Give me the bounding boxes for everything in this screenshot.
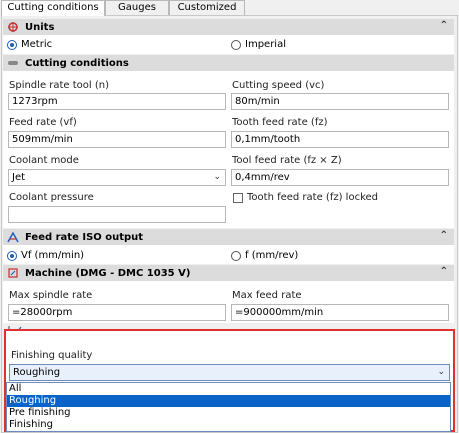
feed-rate-icon <box>6 230 20 244</box>
units-icon <box>6 20 20 34</box>
dropdown-option[interactable]: Roughing <box>7 395 450 407</box>
coolant-mode-value: Jet <box>12 172 26 183</box>
tool-feed-label: Tool feed rate (fz × Z) <box>232 155 342 166</box>
units-section-header[interactable]: Units ⌃ <box>3 19 454 35</box>
iso-f-radio[interactable]: f (mm/rev) <box>231 250 298 261</box>
dropdown-option[interactable]: Finishing <box>7 419 450 431</box>
max-feed-field[interactable]: =900000mm/min <box>231 304 449 321</box>
cutting-title: Cutting conditions <box>25 57 129 69</box>
radio-unselected-icon <box>231 250 241 261</box>
radio-label: Imperial <box>245 39 286 50</box>
tab-gauges[interactable]: Gauges <box>105 0 169 15</box>
dropdown-option[interactable]: All <box>7 383 450 395</box>
collapse-icon[interactable]: ⌃ <box>440 266 448 277</box>
finishing-quality-dropdown: All Roughing Pre finishing Finishing <box>6 382 451 432</box>
cutting-body: Spindle rate tool (n) 1273rpm Cutting sp… <box>3 71 454 228</box>
cutting-tool-icon <box>6 56 20 70</box>
units-imperial-radio[interactable]: Imperial <box>231 39 286 50</box>
machine-icon <box>6 266 20 280</box>
feed-rate-field[interactable]: 509mm/min <box>8 131 226 148</box>
tooth-feed-field[interactable]: 0,1mm/tooth <box>231 131 449 148</box>
tab-bar: Cutting conditions Gauges Customized <box>0 0 459 16</box>
feed-rate-label: Feed rate (vf) <box>9 117 77 128</box>
iso-title: Feed rate ISO output <box>25 231 144 243</box>
max-spindle-field[interactable]: =28000rpm <box>8 304 226 321</box>
max-feed-label: Max feed rate <box>232 290 302 301</box>
max-spindle-label: Max spindle rate <box>9 290 93 301</box>
radio-selected-icon <box>7 250 17 261</box>
coolant-pressure-label: Coolant pressure <box>9 192 94 203</box>
cutting-speed-field[interactable]: 80m/min <box>231 93 449 110</box>
coolant-pressure-field[interactable] <box>8 206 226 223</box>
radio-selected-icon <box>7 39 17 50</box>
machine-body: Max spindle rate =28000rpm Max feed rate… <box>3 281 454 323</box>
chevron-down-icon: ⌄ <box>437 367 445 377</box>
cutting-section-header[interactable]: Cutting conditions <box>3 55 454 71</box>
units-body: Metric Imperial <box>3 35 454 54</box>
units-title: Units <box>25 21 55 33</box>
dropdown-option[interactable]: Pre finishing <box>7 407 450 419</box>
radio-label: f (mm/rev) <box>245 250 299 261</box>
iso-body: Vf (mm/min) f (mm/rev) <box>3 245 454 264</box>
tool-feed-field[interactable]: 0,4mm/rev <box>231 169 449 186</box>
tab-customized[interactable]: Customized <box>169 0 245 15</box>
finishing-quality-select[interactable]: Roughing ⌄ <box>9 364 450 381</box>
coolant-mode-select[interactable]: Jet ⌄ <box>8 169 226 186</box>
collapse-icon[interactable]: ⌃ <box>440 230 448 241</box>
radio-label: Metric <box>21 39 53 50</box>
finishing-quality-value: Roughing <box>13 367 61 378</box>
coolant-mode-label: Coolant mode <box>9 155 79 166</box>
chevron-down-icon: ⌄ <box>213 172 221 182</box>
collapse-icon[interactable]: ⌃ <box>440 20 448 31</box>
radio-label: Vf (mm/min) <box>21 250 85 261</box>
iso-vf-radio[interactable]: Vf (mm/min) <box>7 250 84 261</box>
tooth-feed-locked-checkbox[interactable] <box>233 193 243 203</box>
spindle-rate-label: Spindle rate tool (n) <box>9 80 110 91</box>
machine-title: Machine (DMG - DMC 1035 V) <box>25 267 191 279</box>
tooth-feed-label: Tooth feed rate (fz) <box>232 117 328 128</box>
units-metric-radio[interactable]: Metric <box>7 39 52 50</box>
finishing-quality-label: Finishing quality <box>11 350 93 361</box>
spindle-rate-field[interactable]: 1273rpm <box>8 93 226 110</box>
tab-cutting-conditions[interactable]: Cutting conditions <box>1 0 105 16</box>
radio-unselected-icon <box>231 39 241 50</box>
cutting-speed-label: Cutting speed (vc) <box>232 80 325 91</box>
iso-section-header[interactable]: Feed rate ISO output ⌃ <box>3 229 454 245</box>
machine-section-header[interactable]: Machine (DMG - DMC 1035 V) ⌃ <box>3 265 454 281</box>
tooth-feed-locked-label: Tooth feed rate (fz) locked <box>247 192 379 203</box>
